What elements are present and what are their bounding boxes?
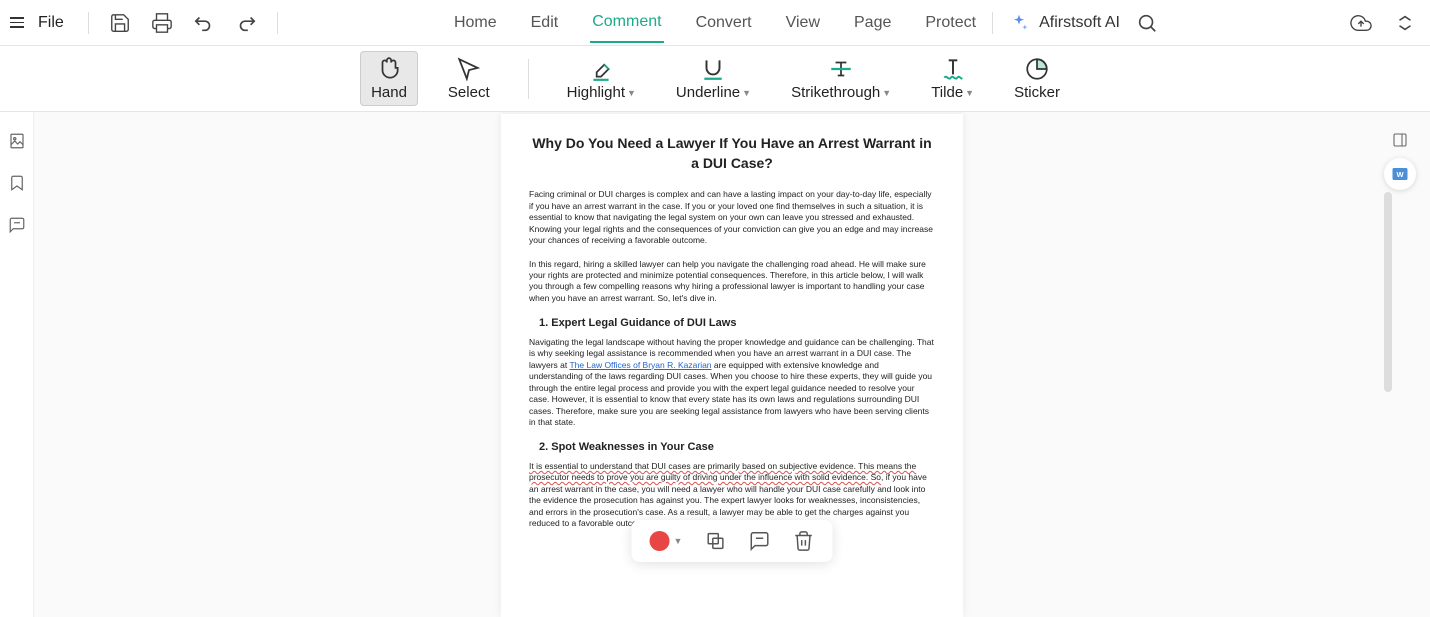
underline-tool[interactable]: Underline▼ — [666, 52, 761, 105]
scroll-thumb[interactable] — [1384, 192, 1392, 392]
tab-protect[interactable]: Protect — [923, 4, 978, 42]
tab-view[interactable]: View — [784, 4, 822, 42]
note-icon[interactable] — [748, 530, 770, 552]
comments-icon[interactable] — [8, 216, 26, 234]
color-picker[interactable]: ▼ — [650, 531, 683, 551]
heading: 2. Spot Weaknesses in Your Case — [539, 440, 935, 454]
separator — [277, 12, 278, 34]
tilde-annotation[interactable]: It is essential to understand that DUI c… — [529, 461, 916, 482]
tab-page[interactable]: Page — [852, 4, 893, 42]
sticker-tool[interactable]: Sticker — [1004, 52, 1070, 105]
left-rail — [0, 112, 34, 617]
bookmark-icon[interactable] — [8, 174, 26, 192]
paragraph: In this regard, hiring a skilled lawyer … — [529, 259, 935, 305]
tab-edit[interactable]: Edit — [529, 4, 561, 42]
comment-toolbar: Hand Select Highlight▼ Underline▼ Strike… — [0, 46, 1430, 112]
separator — [992, 12, 993, 34]
heading: 1. Expert Legal Guidance of DUI Laws — [539, 316, 935, 330]
paragraph: Facing criminal or DUI charges is comple… — [529, 189, 935, 246]
print-icon[interactable] — [151, 12, 173, 34]
paragraph: Navigating the legal landscape without h… — [529, 337, 935, 429]
page-title: Why Do You Need a Lawyer If You Have an … — [529, 134, 935, 173]
canvas[interactable]: Why Do You Need a Lawyer If You Have an … — [34, 112, 1430, 617]
annotation-toolbar: ▼ — [632, 520, 833, 562]
highlight-tool[interactable]: Highlight▼ — [557, 52, 646, 105]
save-icon[interactable] — [109, 12, 131, 34]
strikethrough-tool[interactable]: Strikethrough▼ — [781, 52, 901, 105]
highlight-label: Highlight — [567, 84, 625, 101]
chevron-down-icon[interactable]: ▼ — [742, 88, 751, 98]
undo-icon[interactable] — [193, 12, 215, 34]
sparkle-icon — [1009, 13, 1029, 33]
chevron-down-icon[interactable]: ▼ — [627, 88, 636, 98]
sticker-label: Sticker — [1014, 84, 1060, 101]
color-swatch — [650, 531, 670, 551]
cloud-icon[interactable] — [1350, 12, 1372, 34]
ai-label[interactable]: Afirstsoft AI — [1039, 14, 1120, 32]
thumbnails-icon[interactable] — [8, 132, 26, 150]
hand-tool[interactable]: Hand — [360, 51, 418, 106]
workspace: Why Do You Need a Lawyer If You Have an … — [0, 112, 1430, 617]
tilde-label: Tilde — [931, 84, 963, 101]
underline-label: Underline — [676, 84, 740, 101]
chevron-down-icon[interactable]: ▼ — [965, 88, 974, 98]
file-menu[interactable]: File — [38, 14, 64, 32]
collapse-icon[interactable] — [1394, 12, 1416, 34]
strike-label: Strikethrough — [791, 84, 880, 101]
search-icon[interactable] — [1136, 12, 1158, 34]
tab-convert[interactable]: Convert — [694, 4, 754, 42]
separator — [88, 12, 89, 34]
hand-label: Hand — [371, 84, 407, 101]
word-export-badge[interactable]: W — [1384, 158, 1416, 190]
hamburger-menu-icon[interactable] — [8, 14, 26, 32]
select-tool[interactable]: Select — [438, 52, 500, 105]
link[interactable]: The Law Offices of Bryan R. Kazarian — [569, 360, 711, 370]
chevron-down-icon: ▼ — [674, 536, 683, 546]
svg-text:W: W — [1396, 170, 1404, 179]
tab-comment[interactable]: Comment — [590, 3, 663, 43]
chevron-down-icon[interactable]: ▼ — [882, 88, 891, 98]
redo-icon[interactable] — [235, 12, 257, 34]
main-tabs: Home Edit Comment Convert View Page Prot… — [452, 3, 978, 43]
select-label: Select — [448, 84, 490, 101]
tilde-tool[interactable]: Tilde▼ — [921, 52, 984, 105]
right-panel-icon[interactable] — [1392, 132, 1408, 148]
top-bar: File Home Edit Comment Convert View Page… — [0, 0, 1430, 46]
separator — [528, 59, 529, 99]
tab-home[interactable]: Home — [452, 4, 499, 42]
delete-icon[interactable] — [792, 530, 814, 552]
copy-icon[interactable] — [704, 530, 726, 552]
